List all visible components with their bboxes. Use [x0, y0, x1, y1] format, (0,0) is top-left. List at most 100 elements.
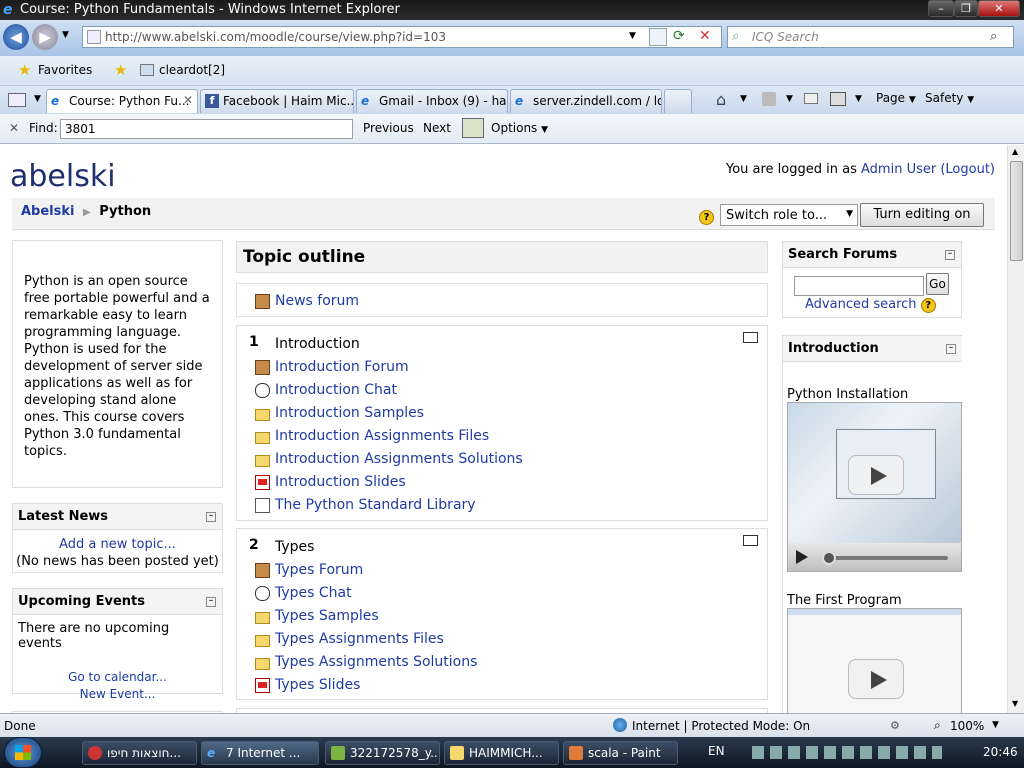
icq-search-box[interactable]: ⌕ ICQ Search ⌕ [727, 26, 1014, 48]
collapse-icon[interactable]: – [206, 512, 216, 522]
taskbar-item-file[interactable]: 322172578_y... [325, 741, 440, 765]
stop-icon[interactable]: ✕ [699, 28, 711, 44]
new-tab-button[interactable] [664, 89, 692, 113]
search-go-button[interactable]: Go [926, 273, 949, 295]
user-link[interactable]: Admin User [861, 162, 936, 177]
turn-editing-on-button[interactable]: Turn editing on [860, 203, 984, 227]
activity-item[interactable]: Types Chat [255, 585, 352, 601]
activity-item[interactable]: Types Slides [255, 677, 360, 693]
activity-link[interactable]: Introduction Chat [275, 382, 397, 398]
tab-server-zindell[interactable]: e server.zindell.com / lo... [510, 89, 662, 113]
activity-item[interactable]: Types Assignments Files [255, 631, 444, 647]
vertical-scrollbar[interactable]: ▲ ▼ [1007, 145, 1024, 713]
activity-link[interactable]: Introduction Slides [275, 474, 406, 490]
zoom-level[interactable]: 100% [950, 719, 984, 733]
print-icon[interactable] [830, 92, 846, 106]
help-icon[interactable]: ? [920, 298, 936, 313]
breadcrumb-home-link[interactable]: Abelski [21, 204, 74, 219]
activity-item[interactable]: Introduction Assignments Files [255, 428, 489, 444]
back-button[interactable]: ◀ [3, 24, 29, 50]
taskbar-item-paint[interactable]: scala - Paint [563, 741, 678, 765]
tab-facebook[interactable]: f Facebook | Haim Mic... [200, 89, 354, 113]
play-icon[interactable] [796, 550, 808, 564]
news-forum-item[interactable]: News forum [255, 293, 359, 309]
activity-item[interactable]: Types Assignments Solutions [255, 654, 477, 670]
activity-link[interactable]: Types Samples [275, 608, 379, 624]
find-options-menu[interactable]: Options ▼ [491, 121, 548, 135]
favorites-button[interactable]: Favorites [38, 63, 92, 77]
logout-link[interactable]: (Logout) [940, 162, 995, 177]
scroll-down-icon[interactable]: ▼ [1012, 699, 1018, 708]
find-close-icon[interactable]: ✕ [9, 121, 19, 135]
collapse-icon[interactable]: – [206, 597, 216, 607]
maximize-button[interactable]: ❐ [954, 0, 978, 17]
safety-menu[interactable]: Safety ▼ [925, 91, 974, 105]
taskbar-item-search-results[interactable]: חוצאות חיפו... [82, 741, 197, 765]
video-player-2[interactable] [787, 608, 962, 713]
activity-item[interactable]: Introduction Chat [255, 382, 397, 398]
collapse-icon[interactable]: – [945, 250, 955, 260]
tab-close-icon[interactable]: ✕ [183, 93, 193, 107]
quick-tabs-icon[interactable] [8, 93, 26, 107]
security-zone[interactable]: Internet | Protected Mode: On [632, 719, 810, 733]
activity-link[interactable]: Types Slides [275, 677, 360, 693]
new-event-link[interactable]: New Event... [80, 687, 156, 701]
highlight-toggle[interactable] [743, 535, 758, 546]
compatibility-icon[interactable] [649, 28, 667, 46]
highlight-toggle[interactable] [743, 332, 758, 343]
clock[interactable]: 20:46 [983, 745, 1018, 759]
search-icon[interactable]: ⌕ [990, 29, 997, 44]
home-icon[interactable]: ⌂ [716, 90, 726, 109]
find-next-button[interactable]: Next [423, 121, 451, 135]
address-dropdown-icon[interactable]: ▼ [629, 31, 636, 41]
tray-icons[interactable] [752, 746, 942, 759]
add-favorite-icon[interactable]: ★ [114, 61, 127, 79]
protected-mode-icon[interactable]: ⚙ [890, 719, 900, 732]
activity-link[interactable]: Introduction Forum [275, 359, 409, 375]
activity-item[interactable]: Introduction Assignments Solutions [255, 451, 523, 467]
tab-course-python[interactable]: e Course: Python Fu... ✕ [46, 89, 198, 113]
activity-item[interactable]: Introduction Slides [255, 474, 406, 490]
highlight-icon[interactable] [462, 118, 484, 138]
activity-link[interactable]: The Python Standard Library [275, 497, 476, 513]
play-overlay-icon[interactable] [848, 455, 904, 495]
address-bar[interactable]: http://www.abelski.com/moodle/course/vie… [82, 26, 722, 48]
tab-gmail[interactable]: e Gmail - Inbox (9) - hai... [356, 89, 508, 113]
print-dropdown-icon[interactable]: ▼ [855, 94, 862, 104]
taskbar-item-internet-explorer[interactable]: e 7 Internet ... [201, 741, 319, 765]
zoom-dropdown-icon[interactable]: ▼ [992, 720, 999, 730]
feeds-icon[interactable] [762, 92, 776, 106]
page-menu[interactable]: Page ▼ [876, 91, 916, 105]
tab-list-dropdown-icon[interactable]: ▼ [34, 94, 41, 104]
collapse-icon[interactable]: – [946, 344, 956, 354]
forward-button[interactable]: ▶ [32, 24, 58, 50]
scroll-up-icon[interactable]: ▲ [1012, 147, 1018, 156]
advanced-search-link[interactable]: Advanced search [805, 297, 917, 312]
activity-link[interactable]: Introduction Assignments Solutions [275, 451, 523, 467]
switch-role-select[interactable]: Switch role to... ▼ [720, 204, 858, 226]
scroll-thumb[interactable] [1010, 161, 1023, 261]
activity-link[interactable]: Types Forum [275, 562, 363, 578]
help-icon[interactable]: ? [699, 210, 714, 225]
activity-link[interactable]: Types Assignments Solutions [275, 654, 477, 670]
video-player-1[interactable] [787, 402, 962, 572]
history-dropdown-icon[interactable]: ▼ [62, 30, 69, 40]
feeds-dropdown-icon[interactable]: ▼ [786, 94, 793, 104]
home-dropdown-icon[interactable]: ▼ [740, 94, 747, 104]
seek-handle[interactable] [822, 551, 836, 565]
activity-item[interactable]: Types Forum [255, 562, 363, 578]
activity-link[interactable]: Introduction Assignments Files [275, 428, 489, 444]
minimize-button[interactable]: – [928, 0, 954, 17]
refresh-icon[interactable]: ⟳ [673, 28, 685, 44]
activity-item[interactable]: Introduction Samples [255, 405, 424, 421]
activity-item[interactable]: Introduction Forum [255, 359, 409, 375]
activity-item[interactable]: The Python Standard Library [255, 497, 476, 513]
activity-link[interactable]: Types Chat [275, 585, 352, 601]
taskbar-item-folder[interactable]: HAIMMICH... [444, 741, 559, 765]
zoom-icon[interactable]: ⌕ [934, 718, 941, 733]
favorite-item[interactable]: cleardot[2] [159, 63, 225, 77]
find-input[interactable]: 3801 [60, 119, 353, 139]
news-forum-link[interactable]: News forum [275, 293, 359, 309]
language-indicator[interactable]: EN [708, 744, 725, 758]
seek-bar[interactable] [828, 556, 948, 560]
